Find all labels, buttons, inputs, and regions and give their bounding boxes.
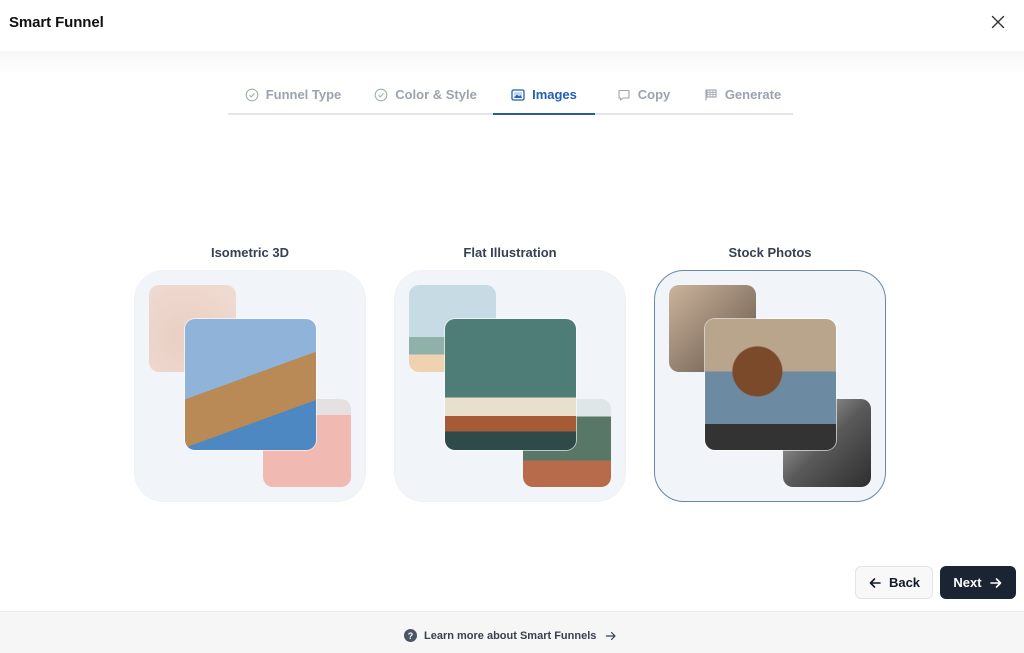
- option-card-selected[interactable]: [654, 270, 886, 502]
- step-color-style[interactable]: Color & Style: [358, 76, 493, 113]
- step-label: Funnel Type: [265, 87, 342, 102]
- step-copy[interactable]: Copy: [595, 76, 692, 113]
- smart-funnel-modal: Smart Funnel Funnel Type Color & Style I…: [0, 0, 1024, 653]
- preview-image-main: [185, 319, 316, 450]
- option-label: Flat Illustration: [463, 245, 557, 260]
- step-label: Images: [532, 87, 577, 102]
- arrow-right-icon: [989, 576, 1003, 590]
- chat-bubble-icon: [617, 88, 631, 102]
- option-card[interactable]: [134, 270, 366, 502]
- modal-title: Smart Funnel: [9, 14, 104, 31]
- flag-icon: [704, 88, 718, 102]
- learn-more-text: Learn more about Smart Funnels: [424, 629, 597, 642]
- check-circle-icon: [245, 88, 259, 102]
- step-images[interactable]: Images: [493, 76, 595, 115]
- modal-header: Smart Funnel: [0, 0, 1024, 48]
- header-divider-band: [0, 51, 1024, 75]
- next-label: Next: [953, 575, 982, 590]
- next-button[interactable]: Next: [940, 566, 1016, 599]
- step-funnel-type[interactable]: Funnel Type: [228, 76, 358, 113]
- preview-image-main: [445, 319, 576, 450]
- back-button[interactable]: Back: [855, 566, 933, 599]
- back-label: Back: [888, 575, 921, 590]
- option-label: Isometric 3D: [210, 245, 290, 260]
- learn-more-link[interactable]: ? Learn more about Smart Funnels: [404, 629, 617, 642]
- image-icon: [511, 88, 525, 102]
- check-circle-icon: [374, 88, 388, 102]
- style-option-isometric-3d: Isometric 3D: [134, 245, 366, 502]
- step-generate[interactable]: Generate: [692, 76, 793, 113]
- style-option-stock-photos: Stock Photos: [654, 245, 886, 502]
- option-card[interactable]: [394, 270, 626, 502]
- preview-image-main: [705, 319, 836, 450]
- step-label: Color & Style: [395, 87, 477, 102]
- close-button[interactable]: [988, 12, 1008, 32]
- arrow-left-icon: [868, 576, 882, 590]
- modal-footer: ? Learn more about Smart Funnels: [0, 611, 1024, 653]
- style-option-flat-illustration: Flat Illustration: [394, 245, 626, 502]
- help-icon: ?: [404, 629, 417, 642]
- arrow-right-icon: [605, 630, 617, 642]
- step-label: Copy: [637, 87, 671, 102]
- wizard-stepper: Funnel Type Color & Style Images Copy Ge…: [228, 76, 793, 115]
- option-label: Stock Photos: [728, 245, 812, 260]
- close-icon: [991, 15, 1005, 29]
- step-label: Generate: [724, 87, 782, 102]
